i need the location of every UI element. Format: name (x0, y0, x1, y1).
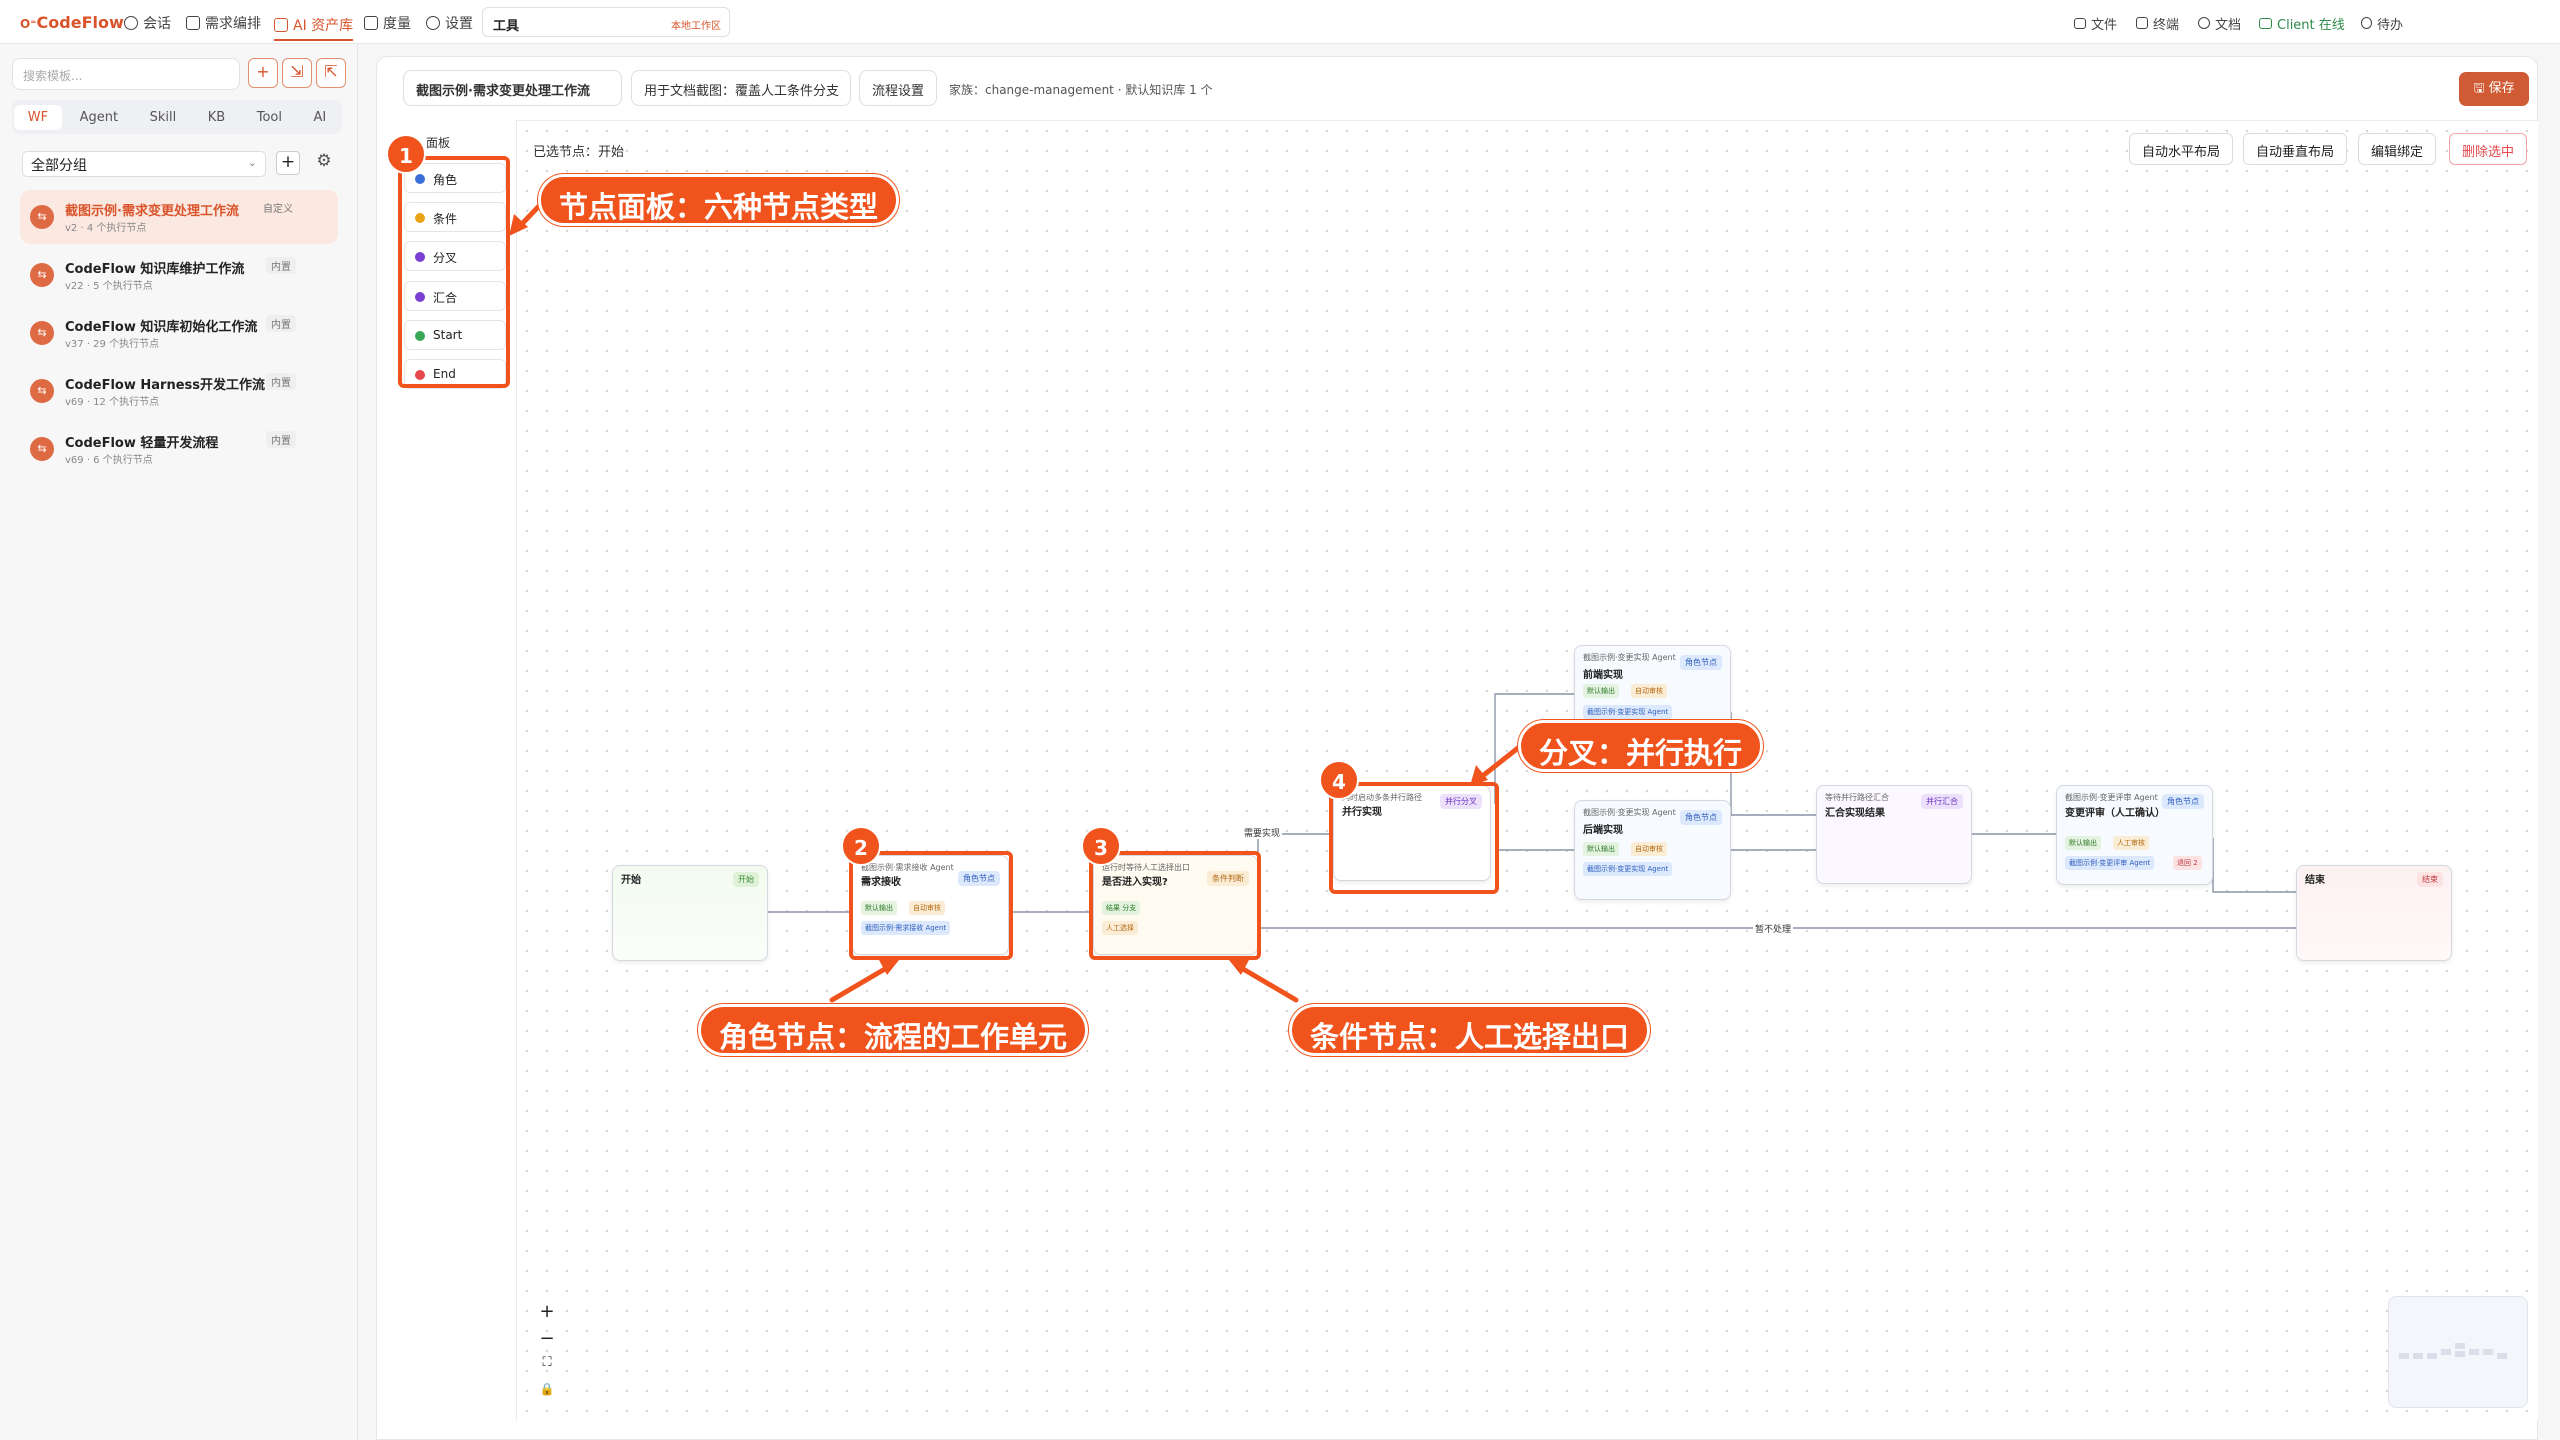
workflow-desc-field[interactable]: 用于文档截图：覆盖人工条件分支 (631, 70, 851, 106)
edge-label-skip: 暂不处理 (1753, 922, 1794, 935)
nav-terminal[interactable]: 终端 (2136, 11, 2179, 35)
tab-tool[interactable]: Tool (243, 105, 296, 130)
auto-vertical-layout-button[interactable]: 自动垂直布局 (2243, 133, 2348, 165)
nav-metrics[interactable]: 度量 (364, 11, 411, 35)
workflow-item[interactable]: ⇆ CodeFlow 知识库初始化工作流 v37 · 29 个执行节点 内置 (20, 306, 338, 360)
flow-settings-button[interactable]: 流程设置 (859, 70, 938, 106)
node-end[interactable]: 结束 结束 (2296, 865, 2452, 961)
nav-docs[interactable]: 文档 (2198, 11, 2241, 35)
workflow-item[interactable]: ⇆ CodeFlow Harness开发工作流 v69 · 12 个执行节点 内置 (20, 364, 338, 418)
client-status[interactable]: Client 在线 (2259, 11, 2345, 35)
minimap-preview (2399, 1343, 2507, 1359)
fit-view-button[interactable]: ⛶ (532, 1355, 562, 1381)
nav-requirements[interactable]: 需求编排 (186, 11, 261, 35)
node-backend-impl[interactable]: 截图示例·变更实现 Agent 后端实现 角色节点 默认输出 自动审核 截图示例… (1574, 800, 1731, 900)
search-input[interactable]: 搜索模板... (12, 58, 240, 90)
annotation-callout-palette: 节点面板：六种节点类型 (538, 174, 900, 226)
tab-agent[interactable]: Agent (66, 105, 132, 130)
tab-ai[interactable]: AI (300, 105, 341, 130)
tab-wf[interactable]: WF (13, 104, 63, 130)
monitor-icon (2259, 17, 2272, 29)
workflow-icon: ⇆ (30, 379, 54, 403)
node-type-tag: 结束 (2417, 872, 2443, 887)
save-button[interactable]: 🖫 保存 (2459, 72, 2529, 106)
workflow-title-field[interactable]: 截图示例·需求变更处理工作流 (403, 70, 622, 106)
edit-binding-button[interactable]: 编辑绑定 (2358, 133, 2437, 165)
node-change-review[interactable]: 截图示例·变更评审 Agent 变更评审（人工确认） 角色节点 默认输出 人工审… (2056, 785, 2213, 885)
sidebar: 搜索模板... + ⇲ ⇱ WF Agent Skill KB Tool AI … (0, 44, 358, 1440)
node-type-tag: 角色节点 (1680, 655, 1722, 670)
highlight-condition-node (1089, 851, 1261, 960)
nav-settings[interactable]: 设置 (426, 11, 473, 35)
nav-todo[interactable]: 待办 (2361, 11, 2403, 35)
nav-ai-assets[interactable]: AI 资产库 (274, 11, 354, 41)
annotation-callout-role: 角色节点：流程的工作单元 (698, 1004, 1089, 1056)
workflow-icon: ⇆ (30, 437, 54, 461)
terminal-icon (2136, 17, 2148, 29)
gear-icon (426, 16, 440, 30)
workflow-icon: ⇆ (30, 205, 54, 229)
save-icon: 🖫 (2473, 81, 2489, 96)
zoom-out-button[interactable]: − (532, 1328, 562, 1354)
help-icon (2198, 17, 2210, 29)
chevron-down-icon: ⌄ (247, 156, 257, 169)
document-icon (186, 16, 200, 30)
auto-horizontal-layout-button[interactable]: 自动水平布局 (2129, 133, 2234, 165)
minimap[interactable] (2388, 1296, 2528, 1408)
node-join[interactable]: 等待并行路径汇合 汇合实现结果 并行汇合 (1816, 785, 1972, 884)
logo-icon: O⁼ (20, 17, 37, 31)
edge-label-need: 需要实现 (1242, 826, 1283, 839)
highlight-palette (398, 156, 510, 388)
workflow-item[interactable]: ⇆ CodeFlow 轻量开发流程 v69 · 6 个执行节点 内置 (20, 422, 338, 476)
annotation-callout-condition: 条件节点：人工选择出口 (1289, 1004, 1651, 1056)
top-bar: O⁼CodeFlow 会话 需求编排 AI 资产库 度量 设置 工具 本地工作区… (0, 0, 2560, 44)
workflow-icon: ⇆ (30, 321, 54, 345)
node-type-tag: 角色节点 (1680, 810, 1722, 825)
annotation-callout-fork: 分叉：并行执行 (1518, 720, 1764, 772)
chat-icon (124, 16, 138, 30)
assets-icon (274, 18, 288, 32)
asset-tabs: WF Agent Skill KB Tool AI (12, 100, 342, 134)
plus-icon: + (256, 62, 270, 81)
group-select[interactable]: 全部分组 ⌄ (22, 151, 266, 177)
node-type-tag: 开始 (733, 872, 759, 887)
flow-canvas[interactable] (517, 120, 2538, 1420)
workflow-item[interactable]: ⇆ 截图示例·需求变更处理工作流 v2 · 4 个执行节点 自定义 (20, 190, 338, 244)
lock-icon[interactable]: 🔒 (532, 1382, 562, 1408)
annotation-badge-3: 3 (1081, 826, 1121, 866)
tab-kb[interactable]: KB (194, 105, 239, 130)
highlight-role-node (849, 851, 1013, 960)
annotation-badge-2: 2 (841, 826, 881, 866)
highlight-fork-node (1329, 782, 1499, 894)
export-icon: ⇱ (324, 62, 338, 81)
tool-input[interactable]: 工具 本地工作区 (482, 7, 730, 37)
annotation-badge-4: 4 (1319, 760, 1359, 800)
add-button[interactable]: + (248, 58, 278, 88)
nav-chat[interactable]: 会话 (124, 11, 171, 35)
add-group-button[interactable]: + (276, 151, 300, 175)
folder-icon (2074, 17, 2086, 29)
node-type-tag: 并行汇合 (1921, 794, 1963, 809)
import-button[interactable]: ⇲ (282, 58, 312, 88)
node-type-tag: 角色节点 (2162, 794, 2204, 809)
node-start[interactable]: 开始 开始 (612, 865, 768, 961)
import-icon: ⇲ (290, 62, 304, 81)
palette-title: 面板 (426, 136, 451, 150)
gear-icon[interactable]: ⚙ (312, 151, 336, 175)
selected-node-label: 已选节点：开始 (533, 145, 625, 160)
chart-icon (364, 16, 378, 30)
bell-icon (2361, 17, 2372, 29)
family-info: 家族：change-management · 默认知识库 1 个 (949, 83, 1213, 97)
nav-files[interactable]: 文件 (2074, 11, 2117, 35)
export-button[interactable]: ⇱ (316, 58, 346, 88)
delete-selected-button[interactable]: 删除选中 (2449, 133, 2528, 165)
app-logo[interactable]: O⁼CodeFlow (20, 13, 124, 32)
annotation-badge-1: 1 (386, 134, 426, 174)
tab-skill[interactable]: Skill (136, 105, 191, 130)
workflow-icon: ⇆ (30, 263, 54, 287)
zoom-in-button[interactable]: + (532, 1301, 562, 1327)
workspace-label: 本地工作区 (671, 21, 721, 32)
workflow-item[interactable]: ⇆ CodeFlow 知识库维护工作流 v22 · 5 个执行节点 内置 (20, 248, 338, 302)
